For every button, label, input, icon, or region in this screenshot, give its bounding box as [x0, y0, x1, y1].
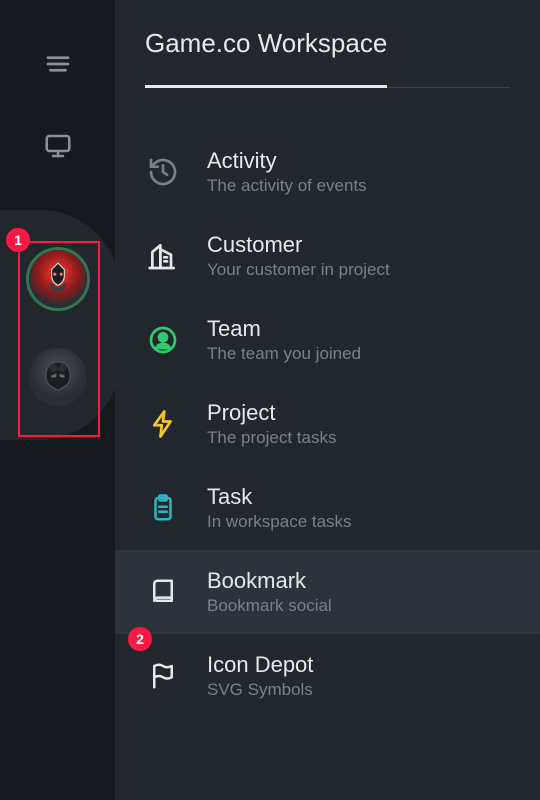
nav-sublabel: Your customer in project — [207, 260, 390, 280]
nav-list: Activity The activity of events Customer… — [115, 130, 540, 718]
nav-sublabel: The project tasks — [207, 428, 336, 448]
book-icon — [145, 574, 181, 610]
avatar-rail-section — [0, 230, 115, 406]
nav-item-team[interactable]: Team The team you joined — [115, 298, 540, 382]
nav-rail — [0, 0, 115, 800]
workspace-avatar-ninja[interactable] — [29, 348, 87, 406]
nav-item-customer[interactable]: Customer Your customer in project — [115, 214, 540, 298]
nav-item-bookmark[interactable]: Bookmark Bookmark social — [115, 550, 540, 634]
nav-label: Project — [207, 400, 336, 426]
nav-label: Task — [207, 484, 352, 510]
nav-sublabel: The team you joined — [207, 344, 361, 364]
nav-item-task[interactable]: Task In workspace tasks — [115, 466, 540, 550]
user-circle-icon — [145, 322, 181, 358]
buildings-icon — [145, 238, 181, 274]
nav-item-project[interactable]: Project The project tasks — [115, 382, 540, 466]
nav-sublabel: SVG Symbols — [207, 680, 313, 700]
history-icon — [145, 154, 181, 190]
workspace-title: Game.co Workspace — [145, 28, 387, 88]
nav-item-activity[interactable]: Activity The activity of events — [115, 130, 540, 214]
clipboard-icon — [145, 490, 181, 526]
lightning-icon — [145, 406, 181, 442]
main-panel: Game.co Workspace Activity The activity … — [115, 0, 540, 800]
nav-label: Bookmark — [207, 568, 332, 594]
workspace-avatar-knight[interactable] — [29, 250, 87, 308]
nav-label: Icon Depot — [207, 652, 313, 678]
nav-label: Customer — [207, 232, 390, 258]
nav-sublabel: In workspace tasks — [207, 512, 352, 532]
monitor-icon[interactable] — [42, 130, 74, 162]
nav-label: Team — [207, 316, 361, 342]
flag-icon — [145, 658, 181, 694]
workspace-header: Game.co Workspace — [115, 28, 540, 88]
nav-sublabel: Bookmark social — [207, 596, 332, 616]
nav-item-icon-depot[interactable]: Icon Depot SVG Symbols — [115, 634, 540, 718]
menu-icon[interactable] — [42, 48, 74, 80]
nav-label: Activity — [207, 148, 367, 174]
nav-sublabel: The activity of events — [207, 176, 367, 196]
